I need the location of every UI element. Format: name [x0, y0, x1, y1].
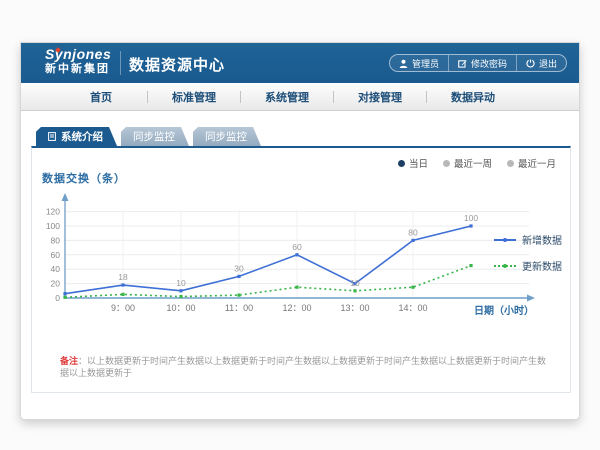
radio-last-month[interactable]: 最近一月: [507, 156, 556, 170]
user-button[interactable]: 管理员: [390, 55, 448, 71]
document-icon: [48, 132, 56, 141]
tab-label: 系统介绍: [61, 129, 103, 144]
tab-sync-monitor-1[interactable]: 同步监控: [121, 127, 189, 146]
logout-button[interactable]: 退出: [516, 55, 566, 71]
tab-label: 同步监控: [205, 129, 247, 144]
svg-text:0: 0: [55, 293, 60, 303]
change-password-button[interactable]: 修改密码: [448, 55, 516, 71]
svg-text:9：00: 9：00: [111, 303, 135, 313]
legend-label: 新增数据: [522, 232, 562, 247]
tab-bar: 系统介绍 同步监控 同步监控: [36, 127, 261, 146]
svg-text:40: 40: [51, 264, 61, 274]
y-axis-title: 数据交换（条）: [42, 170, 126, 186]
legend-label: 更新数据: [522, 258, 562, 273]
nav-item-interface-mgmt[interactable]: 对接管理: [334, 89, 426, 105]
svg-text:60: 60: [292, 242, 302, 252]
radio-icon: [443, 160, 450, 167]
tab-sync-monitor-2[interactable]: 同步监控: [193, 127, 261, 146]
power-icon: [526, 59, 535, 68]
radio-label: 最近一周: [454, 156, 492, 170]
logout-label: 退出: [539, 57, 557, 70]
footnote-label: 备注: [60, 356, 78, 366]
radio-icon: [507, 160, 514, 167]
svg-text:10：00: 10：00: [166, 303, 195, 313]
svg-text:80: 80: [408, 227, 418, 237]
tab-label: 同步监控: [133, 129, 175, 144]
radio-label: 当日: [409, 156, 428, 170]
svg-text:日期（小时）: 日期（小时）: [474, 304, 534, 317]
header-divider: [120, 51, 121, 75]
time-range-radio-group: 当日 最近一周 最近一月: [398, 156, 556, 170]
logo-subtitle: 新中新集团: [45, 62, 111, 76]
nav-item-standard-mgmt[interactable]: 标准管理: [148, 89, 240, 105]
tab-system-intro[interactable]: 系统介绍: [36, 127, 117, 146]
nav-item-data-change[interactable]: 数据异动: [427, 89, 519, 105]
svg-text:18: 18: [118, 272, 128, 282]
dotted-line-icon: [494, 265, 516, 267]
page-title: 数据资源中心: [129, 54, 225, 75]
nav-item-system-mgmt[interactable]: 系统管理: [241, 89, 333, 105]
radio-icon: [398, 160, 405, 167]
legend-item-update-data[interactable]: 更新数据: [494, 258, 562, 273]
footnote-text: ：以上数据更新于时间产生数据以上数据更新于时间产生数据以上数据更新于时间产生数据…: [60, 356, 546, 378]
footnote: 备注：以上数据更新于时间产生数据以上数据更新于时间产生数据以上数据更新于时间产生…: [60, 355, 554, 379]
svg-text:13：00: 13：00: [340, 303, 369, 313]
radio-label: 最近一月: [518, 156, 556, 170]
svg-text:100: 100: [46, 221, 60, 231]
line-chart: 0 20 40 60 80 100 120 9：00 10：00 11：00 12：00 13：00 1…: [32, 186, 572, 336]
header: Synjones 新中新集团 数据资源中心 管理员 修改密码: [21, 43, 579, 83]
change-password-label: 修改密码: [471, 57, 507, 70]
chart-legend: 新增数据 更新数据: [494, 232, 562, 273]
svg-text:10: 10: [350, 278, 360, 288]
user-toolbar: 管理员 修改密码 退出: [389, 54, 567, 72]
nav-item-home[interactable]: 首页: [55, 89, 147, 105]
solid-line-icon: [494, 239, 516, 241]
svg-text:30: 30: [234, 263, 244, 273]
svg-text:60: 60: [51, 250, 61, 260]
svg-text:120: 120: [46, 207, 60, 217]
svg-text:80: 80: [51, 235, 61, 245]
svg-text:12：00: 12：00: [282, 303, 311, 313]
radio-last-week[interactable]: 最近一周: [443, 156, 492, 170]
svg-text:14：00: 14：00: [398, 303, 427, 313]
svg-text:20: 20: [51, 279, 61, 289]
app-window: Synjones 新中新集团 数据资源中心 管理员 修改密码: [20, 42, 580, 420]
radio-today[interactable]: 当日: [398, 156, 428, 170]
main-nav: 首页 标准管理 系统管理 对接管理 数据异动: [21, 83, 579, 111]
logo: Synjones 新中新集团: [45, 47, 111, 76]
svg-text:100: 100: [464, 213, 478, 223]
user-label: 管理员: [412, 57, 439, 70]
svg-text:10: 10: [176, 278, 186, 288]
svg-text:11：00: 11：00: [225, 303, 253, 313]
chart-panel: 当日 最近一周 最近一月 数据交换（条） 0 20 40 60 80 100 120 9：00…: [31, 146, 571, 393]
edit-icon: [458, 59, 467, 68]
user-icon: [399, 59, 408, 68]
legend-item-new-data[interactable]: 新增数据: [494, 232, 562, 247]
